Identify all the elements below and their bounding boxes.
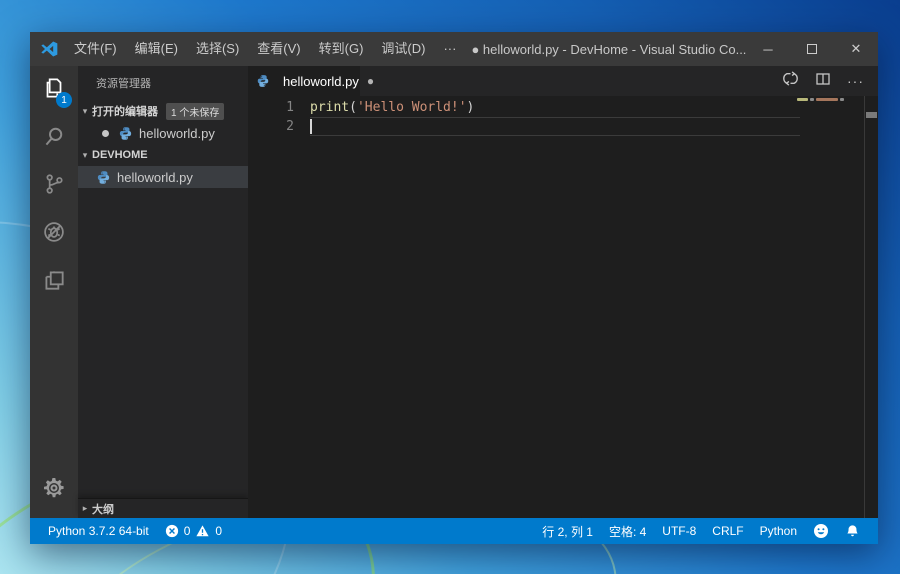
explorer-badge: 1: [56, 92, 72, 108]
encoding-label: UTF-8: [662, 524, 697, 538]
folder-label: DEVHOME: [92, 149, 148, 161]
code-line-1: 1 print('Hello World!'): [248, 98, 878, 117]
activity-explorer-button[interactable]: 1: [30, 66, 78, 114]
line-number: 2: [286, 119, 294, 134]
activity-source-control-button[interactable]: [30, 162, 78, 210]
open-editors-header[interactable]: ▾ 打开的编辑器 1 个未保存: [78, 100, 248, 122]
chevron-expanded-icon: ▾: [82, 149, 88, 160]
code-text: print('Hello World!'): [310, 100, 475, 115]
title-bar: 文件(F) 编辑(E) 选择(S) 查看(V) 转到(G) 调试(D) ··· …: [30, 32, 878, 66]
editor-actions: ···: [782, 66, 878, 96]
outline-section-header[interactable]: ▸ 大纲: [78, 498, 248, 518]
chevron-collapsed-icon: ▸: [82, 503, 88, 513]
python-interpreter-status[interactable]: Python 3.7.2 64-bit: [40, 518, 157, 544]
open-editor-item-helloworld[interactable]: helloworld.py: [78, 122, 248, 144]
python-file-icon: [256, 74, 271, 89]
line-col-label: 行 2, 列 1: [542, 524, 593, 539]
notifications-button[interactable]: [837, 524, 868, 539]
eol-status[interactable]: CRLF: [704, 524, 751, 538]
menu-view[interactable]: 查看(V): [248, 32, 309, 66]
minimize-button[interactable]: ─: [746, 32, 790, 66]
close-button[interactable]: ✕: [834, 32, 878, 66]
unsaved-badge: 1 个未保存: [166, 102, 225, 120]
open-changes-icon[interactable]: [782, 70, 799, 92]
python-file-icon: [96, 170, 111, 185]
status-bar: Python 3.7.2 64-bit 0 0 行 2, 列 1 空格: 4 U…: [30, 518, 878, 544]
warning-icon: [195, 524, 210, 538]
open-editor-file-name: helloworld.py: [139, 125, 215, 141]
tab-label: helloworld.py: [283, 73, 359, 89]
cursor-position-status[interactable]: 行 2, 列 1: [534, 523, 601, 540]
more-actions-icon[interactable]: ···: [847, 73, 864, 89]
activity-extensions-button[interactable]: [30, 258, 78, 306]
open-editors-label: 打开的编辑器: [92, 106, 158, 118]
python-file-icon: [118, 126, 133, 141]
menu-edit[interactable]: 编辑(E): [126, 32, 187, 66]
extensions-icon: [41, 267, 67, 298]
tab-bar: helloworld.py ● ···: [248, 66, 878, 96]
activity-search-button[interactable]: [30, 114, 78, 162]
warning-count: 0: [215, 524, 223, 538]
overview-ruler-cursor-marker: [866, 112, 877, 118]
file-name: helloworld.py: [117, 169, 193, 185]
menu-selection[interactable]: 选择(S): [187, 32, 248, 66]
maximize-icon: [807, 44, 817, 54]
menu-file[interactable]: 文件(F): [65, 32, 126, 66]
modified-dot-icon: [102, 129, 109, 137]
minimap-line: [797, 98, 844, 101]
status-bar-right: 行 2, 列 1 空格: 4 UTF-8 CRLF Python: [534, 523, 868, 540]
language-label: Python: [759, 524, 797, 538]
editor-group: helloworld.py ● ··· 1 print('Hello World…: [248, 66, 878, 518]
error-count: 0: [183, 524, 191, 538]
settings-button[interactable]: [30, 470, 78, 510]
debug-icon: [41, 219, 67, 250]
sidebar-explorer: 资源管理器 ▾ 打开的编辑器 1 个未保存 helloworld.py ▾ DE…: [78, 66, 248, 518]
text-cursor: [310, 119, 312, 134]
source-control-icon: [41, 171, 67, 202]
vscode-window: 文件(F) 编辑(E) 选择(S) 查看(V) 转到(G) 调试(D) ··· …: [30, 32, 878, 544]
spaces-label: 空格: 4: [608, 524, 647, 539]
eol-label: CRLF: [712, 524, 744, 538]
activity-debug-button[interactable]: [30, 210, 78, 258]
code-editor[interactable]: 1 print('Hello World!') 2: [248, 96, 878, 518]
desktop-background: 文件(F) 编辑(E) 选择(S) 查看(V) 转到(G) 调试(D) ··· …: [0, 0, 900, 574]
tab-strip-empty: [360, 66, 782, 96]
error-icon: [165, 524, 179, 538]
outline-label: 大纲: [92, 503, 114, 516]
problems-status[interactable]: 0 0: [157, 518, 230, 544]
indentation-status[interactable]: 空格: 4: [601, 523, 654, 540]
sidebar-title: 资源管理器: [96, 78, 151, 90]
vscode-logo-icon: [39, 39, 59, 59]
menu-debug[interactable]: 调试(D): [372, 32, 434, 66]
line-number: 1: [286, 100, 294, 115]
bell-icon: [845, 524, 860, 539]
menu-bar: 文件(F) 编辑(E) 选择(S) 查看(V) 转到(G) 调试(D) ···: [65, 32, 465, 66]
language-mode-status[interactable]: Python: [752, 524, 805, 538]
file-item-helloworld[interactable]: helloworld.py: [78, 166, 248, 188]
window-title: ● helloworld.py - DevHome - Visual Studi…: [471, 41, 746, 57]
tab-helloworld[interactable]: helloworld.py ●: [248, 66, 374, 96]
python-version-label: Python 3.7.2 64-bit: [48, 524, 149, 538]
code-line-2: 2: [248, 117, 878, 136]
gear-icon: [42, 476, 66, 505]
scrollbar[interactable]: [864, 96, 878, 518]
menu-go[interactable]: 转到(G): [310, 32, 373, 66]
maximize-button[interactable]: [790, 32, 834, 66]
search-icon: [41, 123, 67, 154]
smiley-icon: [813, 523, 829, 539]
main-area: 1 资源管理器 ▾ 打开的编辑器 1 个未保存 helloworld.py ▾ …: [30, 66, 878, 518]
window-controls: ─ ✕: [746, 32, 878, 66]
chevron-expanded-icon: ▾: [82, 105, 88, 116]
encoding-status[interactable]: UTF-8: [654, 524, 704, 538]
feedback-button[interactable]: [805, 523, 837, 539]
minimap[interactable]: [792, 96, 864, 518]
activity-bar: 1: [30, 66, 78, 518]
split-editor-icon[interactable]: [815, 71, 831, 92]
folder-header-devhome[interactable]: ▾ DEVHOME: [78, 144, 248, 166]
menu-overflow[interactable]: ···: [434, 32, 465, 66]
